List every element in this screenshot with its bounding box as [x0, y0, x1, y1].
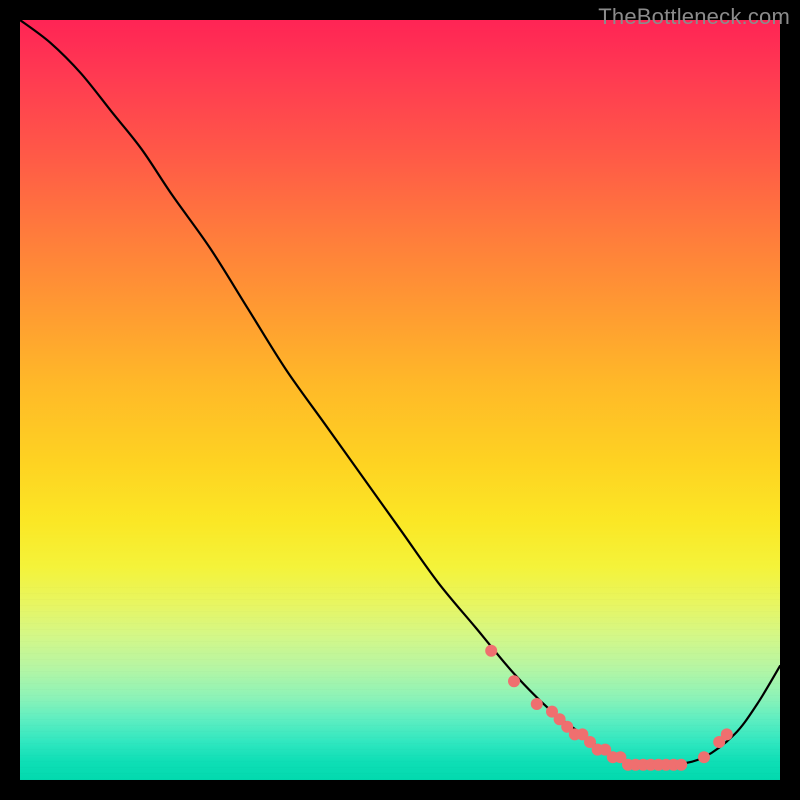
watermark-text: TheBottleneck.com — [598, 4, 790, 30]
plot-area — [20, 20, 780, 780]
background-gradient — [20, 20, 780, 780]
chart-root: TheBottleneck.com — [0, 0, 800, 800]
